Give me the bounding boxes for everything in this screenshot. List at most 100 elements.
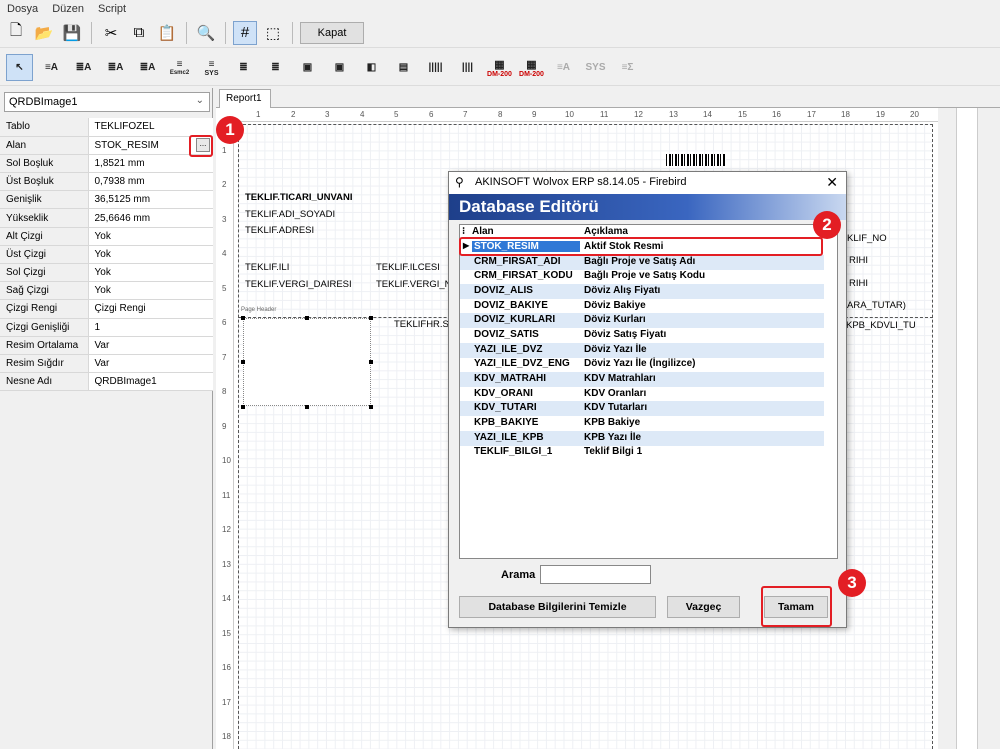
barcode-tool-icon[interactable]: |||||: [422, 54, 449, 81]
preview-icon[interactable]: 🔍: [194, 21, 218, 45]
db-image-selected[interactable]: [243, 318, 371, 406]
field-adsoyad[interactable]: TEKLIF.ADI_SOYADI: [245, 209, 335, 220]
cancel-button[interactable]: Vazgeç: [667, 596, 740, 618]
property-row[interactable]: Çizgi Rengi Çizgi Rengi: [0, 299, 213, 319]
resize-handle[interactable]: [369, 405, 373, 409]
tab-report1[interactable]: Report1: [219, 89, 271, 108]
table-row[interactable]: KDV_ORANI KDV Oranları: [460, 387, 824, 402]
column-alan[interactable]: Alan: [472, 226, 494, 237]
save-icon[interactable]: 💾: [60, 21, 84, 45]
field-adres[interactable]: TEKLIF.ADRESI: [245, 225, 314, 236]
new-file-icon[interactable]: 🗋: [4, 21, 28, 45]
db-memo-tool-icon[interactable]: ≣: [262, 54, 289, 81]
resize-handle[interactable]: [241, 405, 245, 409]
grid-icon[interactable]: #: [233, 20, 257, 45]
cell-aciklama[interactable]: Teklif Bilgi 1: [584, 446, 642, 457]
shape-tool-icon[interactable]: ◧: [358, 54, 385, 81]
pointer-icon[interactable]: ↖: [6, 54, 33, 81]
search-input[interactable]: [540, 565, 651, 584]
property-value[interactable]: Yok: [88, 263, 213, 283]
field-tarihi-1[interactable]: RIHI: [849, 255, 868, 266]
sysdata-tool-icon[interactable]: ≡ SYS: [198, 54, 225, 81]
field-teklif-no[interactable]: KLIF_NO: [847, 233, 887, 244]
column-aciklama[interactable]: Açıklama: [584, 226, 628, 237]
field-vergi-dairesi[interactable]: TEKLIF.VERGI_DAIRESI: [245, 279, 352, 290]
property-row[interactable]: Tablo TEKLIFOZEL: [0, 118, 213, 137]
cell-aciklama[interactable]: KPB Yazı İle: [584, 432, 641, 443]
cell-aciklama[interactable]: Döviz Satış Fiyatı: [584, 329, 666, 340]
menu-script[interactable]: Script: [91, 3, 133, 15]
cell-alan[interactable]: DOVIZ_ALIS: [474, 285, 533, 296]
property-value[interactable]: 25,6646 mm: [88, 208, 213, 228]
cell-aciklama[interactable]: Döviz Yazı İle (İngilizce): [584, 358, 696, 369]
cell-alan[interactable]: YAZI_ILE_DVZ_ENG: [474, 358, 570, 369]
cut-icon[interactable]: ✂: [99, 21, 123, 45]
property-row[interactable]: Üst Boşluk 0,7938 mm: [0, 172, 213, 192]
cell-alan[interactable]: KPB_BAKIYE: [474, 417, 538, 428]
field-grid[interactable]: ⁝ Alan Açıklama ▶ STOK_RESIM Aktif Stok Re…: [459, 224, 838, 559]
resize-handle[interactable]: [241, 316, 245, 320]
image-tool-icon[interactable]: ▣: [294, 54, 321, 81]
property-value[interactable]: 0,7938 mm: [88, 172, 213, 192]
cell-alan[interactable]: TEKLIF_BILGI_1: [474, 446, 552, 457]
expr-label-tool-icon[interactable]: ≣A: [102, 54, 129, 81]
db-datamatrix-tool-icon[interactable]: ▦ DM-200: [518, 54, 545, 81]
table-row[interactable]: DOVIZ_KURLARI Döviz Kurları: [460, 313, 824, 328]
cell-aciklama[interactable]: Bağlı Proje ve Satış Adı: [584, 256, 695, 267]
property-value[interactable]: Yok: [88, 281, 213, 301]
table-row[interactable]: DOVIZ_ALIS Döviz Alış Fiyatı: [460, 284, 824, 299]
resize-handle[interactable]: [305, 316, 309, 320]
field-tarihi-2[interactable]: RIHI: [849, 278, 868, 289]
label-tool-icon[interactable]: ≡A: [38, 54, 65, 81]
property-row[interactable]: Genişlik 36,5125 mm: [0, 190, 213, 210]
field-vergi-no[interactable]: TEKLIF.VERGI_N: [376, 279, 452, 290]
cell-aciklama[interactable]: Döviz Bakiye: [584, 300, 646, 311]
cell-alan[interactable]: YAZI_ILE_DVZ: [474, 344, 543, 355]
cell-aciklama[interactable]: Döviz Alış Fiyatı: [584, 285, 660, 296]
table-row[interactable]: TEKLIF_BILGI_1 Teklif Bilgi 1: [460, 445, 824, 460]
resize-handle[interactable]: [369, 316, 373, 320]
property-row[interactable]: Yükseklik 25,6646 mm: [0, 208, 213, 228]
cell-aciklama[interactable]: KDV Tutarları: [584, 402, 647, 413]
db-barcode-tool-icon[interactable]: ||||: [454, 54, 481, 81]
table-row[interactable]: KDV_TUTARI KDV Tutarları: [460, 401, 824, 416]
table-row[interactable]: YAZI_ILE_DVZ_ENG Döviz Yazı İle (İngilizc…: [460, 357, 824, 372]
cell-aciklama[interactable]: Döviz Kurları: [584, 314, 646, 325]
db-label-tool-icon[interactable]: ≣A: [70, 54, 97, 81]
menu-dosya[interactable]: Dosya: [0, 3, 45, 15]
property-row[interactable]: Nesne Adı QRDBImage1: [0, 372, 213, 392]
db-image-tool-icon[interactable]: ▣: [326, 54, 353, 81]
cell-aciklama[interactable]: Döviz Yazı İle: [584, 344, 647, 355]
component-select[interactable]: QRDBImage1 ⌄: [4, 92, 210, 112]
cell-alan[interactable]: KDV_MATRAHI: [474, 373, 546, 384]
table-row[interactable]: CRM_FIRSAT_KODU Bağlı Proje ve Satış Kodu: [460, 269, 824, 284]
property-value[interactable]: Var: [88, 354, 213, 374]
field-ara-tutar[interactable]: ARA_TUTAR): [847, 300, 906, 311]
menu-duzen[interactable]: Düzen: [45, 3, 91, 15]
resize-handle[interactable]: [241, 360, 245, 364]
cell-alan[interactable]: KDV_ORANI: [474, 388, 533, 399]
snap-icon[interactable]: ⬚: [261, 21, 285, 45]
property-value[interactable]: 1,8521 mm: [88, 154, 213, 174]
cell-alan[interactable]: CRM_FIRSAT_ADI: [474, 256, 560, 267]
property-row[interactable]: Çizgi Genişliği 1: [0, 318, 213, 337]
table-row[interactable]: DOVIZ_BAKIYE Döviz Bakiye: [460, 299, 824, 314]
table-row[interactable]: KPB_BAKIYE KPB Bakiye: [460, 416, 824, 431]
property-value[interactable]: 36,5125 mm: [88, 190, 213, 210]
property-row[interactable]: Alt Çizgi Yok: [0, 227, 213, 246]
property-row[interactable]: Resim Sığdır Var: [0, 354, 213, 374]
property-row[interactable]: Sağ Çizgi Yok: [0, 281, 213, 301]
property-row[interactable]: Resim Ortalama Var: [0, 336, 213, 355]
cell-alan[interactable]: YAZI_ILE_KPB: [474, 432, 544, 443]
copy-icon[interactable]: ⧉: [127, 21, 151, 45]
table-row[interactable]: DOVIZ_SATIS Döviz Satış Fiyatı: [460, 328, 824, 343]
property-value[interactable]: Yok: [88, 227, 213, 246]
table-row[interactable]: CRM_FIRSAT_ADI Bağlı Proje ve Satış Adı: [460, 255, 824, 270]
cell-alan[interactable]: DOVIZ_BAKIYE: [474, 300, 548, 311]
field-teklifhr[interactable]: TEKLIFHR.ST: [394, 319, 455, 330]
cell-aciklama[interactable]: KDV Matrahları: [584, 373, 656, 384]
property-value[interactable]: Çizgi Rengi: [88, 299, 213, 319]
table-row[interactable]: KDV_MATRAHI KDV Matrahları: [460, 372, 824, 387]
property-value[interactable]: TEKLIFOZEL: [88, 118, 213, 137]
cell-alan[interactable]: DOVIZ_SATIS: [474, 329, 539, 340]
